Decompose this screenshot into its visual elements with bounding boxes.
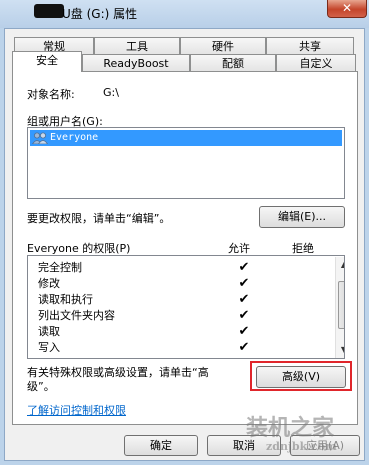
users-icon <box>32 132 48 144</box>
tab-sharing[interactable]: 共享 <box>266 37 354 55</box>
object-name-label: 对象名称: <box>27 88 75 101</box>
allow-check-icon: ✔ <box>238 276 250 291</box>
list-item[interactable]: Everyone <box>30 130 342 146</box>
allow-check-icon: ✔ <box>238 308 250 323</box>
allow-check-icon: ✔ <box>238 324 250 339</box>
object-name-value: G:\ <box>103 86 119 99</box>
tab-hardware[interactable]: 硬件 <box>180 37 266 55</box>
allow-check-icon: ✔ <box>238 260 250 275</box>
scroll-up-icon[interactable]: ▲ <box>336 257 344 273</box>
tab-quota[interactable]: 配额 <box>190 54 276 72</box>
special-permissions-text-2: 级”。 <box>27 380 55 393</box>
permissions-header: Everyone 的权限(P) <box>27 242 131 255</box>
permission-name: 读取和执行 <box>38 293 93 306</box>
permissions-list[interactable]: 完全控制 ✔ 修改 ✔ 读取和执行 ✔ 列出文件夹内容 ✔ 读取 ✔ 写入 ✔ … <box>27 255 345 359</box>
scroll-down-icon[interactable]: ▼ <box>336 342 344 358</box>
tab-readyboost[interactable]: ReadyBoost <box>82 54 190 72</box>
tab-security[interactable]: 安全 <box>12 51 82 72</box>
tab-customize[interactable]: 自定义 <box>276 54 356 72</box>
close-button[interactable]: ✕ <box>327 0 367 18</box>
permission-name: 完全控制 <box>38 261 82 274</box>
watermark-url: zdnjbk.com <box>266 440 337 453</box>
user-name: Everyone <box>50 132 99 143</box>
edit-button[interactable]: 编辑(E)... <box>259 206 345 228</box>
permission-name: 读取 <box>38 325 60 338</box>
permission-name: 修改 <box>38 277 60 290</box>
scroll-thumb[interactable] <box>338 281 344 329</box>
redacted-title-prefix <box>34 4 64 18</box>
watermark-title: 装机之家 <box>246 415 335 441</box>
permission-name: 列出文件夹内容 <box>38 309 115 322</box>
users-listbox[interactable]: Everyone <box>27 127 345 199</box>
deny-header: 拒绝 <box>292 242 314 255</box>
permissions-scrollbar[interactable]: ▲ ▼ <box>335 257 344 358</box>
permission-name: 写入 <box>38 341 60 354</box>
ok-button[interactable]: 确定 <box>124 435 198 456</box>
allow-header: 允许 <box>228 242 250 255</box>
access-control-link[interactable]: 了解访问控制和权限 <box>27 402 126 418</box>
tab-tools[interactable]: 工具 <box>94 37 180 55</box>
allow-check-icon: ✔ <box>238 340 250 355</box>
allow-check-icon: ✔ <box>238 292 250 307</box>
change-permissions-text: 要更改权限，请单击“编辑”。 <box>27 212 171 225</box>
window-title: U盘 (G:) 属性 <box>62 7 138 21</box>
annotation-highlight-box <box>250 361 352 391</box>
